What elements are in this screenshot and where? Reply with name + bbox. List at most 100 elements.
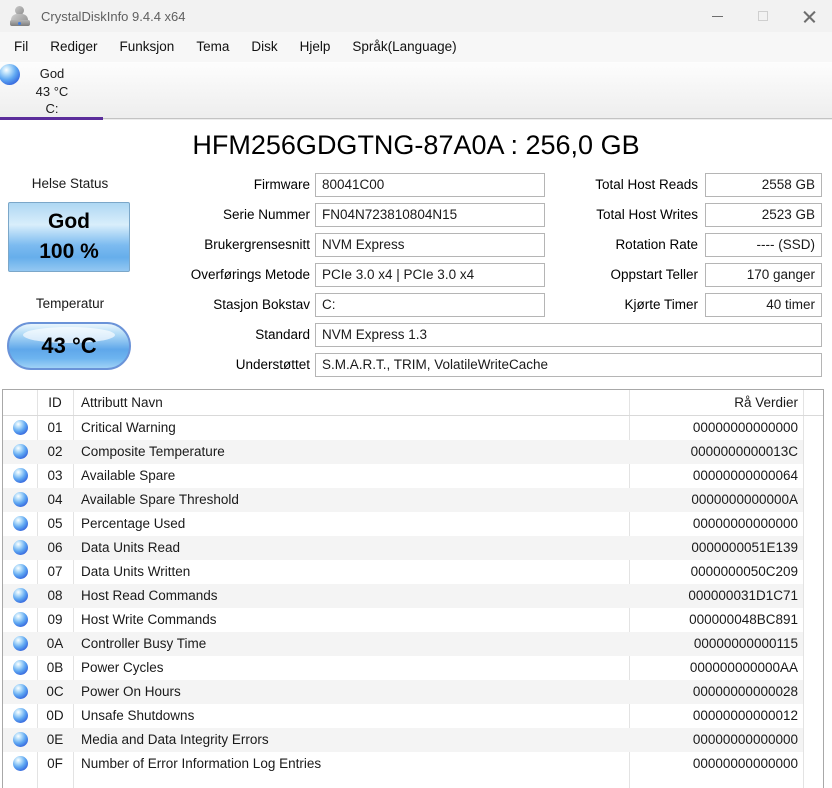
column-header-attribute-name[interactable]: Attributt Navn [81, 390, 163, 416]
minimize-button[interactable] [694, 0, 740, 32]
rotation-rate-value: ---- (SSD) [705, 233, 822, 257]
menu-funksjon[interactable]: Funksjon [109, 32, 186, 62]
power-on-count-value: 170 ganger [705, 263, 822, 287]
standard-value: NVM Express 1.3 [315, 323, 822, 347]
features-value: S.M.A.R.T., TRIM, VolatileWriteCache [315, 353, 822, 377]
power-on-hours-label: Kjørte Timer [624, 297, 698, 312]
minimize-icon [711, 15, 723, 17]
status-orb-icon [13, 684, 28, 699]
attr-raw-value: 000000031D1C71 [688, 588, 798, 603]
transfer-mode-value: PCIe 3.0 x4 | PCIe 3.0 x4 [315, 263, 545, 287]
attr-id: 04 [47, 492, 63, 507]
attr-id: 02 [47, 444, 63, 459]
column-header-id[interactable]: ID [37, 390, 73, 416]
table-row: 08 Host Read Commands 000000031D1C71 [3, 584, 803, 608]
table-row: 01 Critical Warning 00000000000000 [3, 416, 803, 440]
drive-tab-c[interactable]: God 43 °C C: [0, 62, 103, 120]
attr-id: 07 [47, 564, 63, 579]
attr-raw-value: 0000000050C209 [690, 564, 798, 579]
attr-id: 0B [46, 660, 64, 675]
app-icon [10, 6, 32, 26]
column-header-raw-values[interactable]: Rå Verdier [629, 390, 798, 416]
interface-value: NVM Express [315, 233, 545, 257]
menu-disk[interactable]: Disk [240, 32, 288, 62]
table-row: 0D Unsafe Shutdowns 00000000000012 [3, 704, 803, 728]
table-row: 07 Data Units Written 0000000050C209 [3, 560, 803, 584]
active-tab-indicator [0, 117, 103, 120]
temperature-button[interactable]: 43 °C [7, 322, 131, 370]
table-row: 0A Controller Busy Time 00000000000115 [3, 632, 803, 656]
attr-name: Data Units Written [81, 564, 191, 579]
maximize-button[interactable] [740, 0, 786, 32]
close-button[interactable] [786, 0, 832, 32]
drive-letter-value: C: [315, 293, 545, 317]
table-row: 05 Percentage Used 00000000000000 [3, 512, 803, 536]
table-row: 0F Number of Error Information Log Entrie… [3, 752, 803, 776]
drive-letter-label: Stasjon Bokstav [213, 297, 310, 312]
attr-name: Media and Data Integrity Errors [81, 732, 269, 747]
attr-id: 0E [46, 732, 64, 747]
attr-raw-value: 00000000000012 [692, 708, 798, 723]
table-row: 0C Power On Hours 00000000000028 [3, 680, 803, 704]
attr-raw-value: 0000000000013C [690, 444, 798, 459]
attr-raw-value: 00000000000000 [692, 732, 798, 747]
transfer-mode-label: Overførings Metode [190, 267, 310, 282]
attr-raw-value: 000000000000AA [689, 660, 798, 675]
title-bar: CrystalDiskInfo 9.4.4 x64 [0, 0, 832, 32]
menu-hjelp[interactable]: Hjelp [289, 32, 342, 62]
total-host-writes-label: Total Host Writes [596, 207, 698, 222]
temperature-value: 43 °C [41, 333, 97, 358]
attr-name: Host Read Commands [81, 588, 218, 603]
menu-rediger[interactable]: Rediger [39, 32, 108, 62]
status-orb-icon [13, 516, 28, 531]
table-row: 06 Data Units Read 0000000051E139 [3, 536, 803, 560]
serial-number-value: FN04N723810804N15 [315, 203, 545, 227]
drive-tab-temperature: 43 °C [35, 83, 69, 99]
table-row: 0E Media and Data Integrity Errors 0000000… [3, 728, 803, 752]
smart-attribute-table: ID Attributt Navn Rå Verdier 01 Critical … [2, 389, 824, 788]
menu-fil[interactable]: Fil [3, 32, 39, 62]
attr-raw-value: 000000048BC891 [689, 612, 798, 627]
total-host-writes-value: 2523 GB [705, 203, 822, 227]
rotation-rate-label: Rotation Rate [615, 237, 698, 252]
smart-table-header: ID Attributt Navn Rå Verdier [3, 390, 823, 416]
attr-name: Composite Temperature [81, 444, 225, 459]
attr-id: 05 [47, 516, 63, 531]
attr-id: 0A [46, 636, 64, 651]
interface-label: Brukergrensesnitt [204, 237, 310, 252]
status-orb-icon [13, 540, 28, 555]
menu-bar: Fil Rediger Funksjon Tema Disk Hjelp Spr… [0, 32, 832, 62]
status-orb-icon [13, 612, 28, 627]
crystaldiskinfo-window: CrystalDiskInfo 9.4.4 x64 Fil Rediger Fu… [0, 0, 832, 788]
attr-id: 0C [46, 684, 64, 699]
attr-name: Data Units Read [81, 540, 181, 555]
attr-raw-value: 00000000000064 [692, 468, 798, 483]
status-orb-icon [13, 492, 28, 507]
features-label: Understøttet [235, 357, 310, 372]
drive-tab-status: God [39, 66, 65, 81]
serial-number-label: Serie Nummer [222, 207, 310, 222]
attr-name: Available Spare [81, 468, 176, 483]
status-orb-icon [13, 468, 28, 483]
status-orb-icon [13, 732, 28, 747]
tab-strip-divider [103, 118, 832, 119]
status-orb-icon [13, 636, 28, 651]
table-row: 09 Host Write Commands 000000048BC891 [3, 608, 803, 632]
health-percent-value: 100 % [39, 240, 99, 263]
status-orb-icon [13, 420, 28, 435]
attr-name: Percentage Used [81, 516, 186, 531]
total-host-reads-value: 2558 GB [705, 173, 822, 197]
menu-tema[interactable]: Tema [185, 32, 240, 62]
attr-id: 08 [47, 588, 63, 603]
attr-name: Power On Hours [81, 684, 181, 699]
power-on-count-label: Oppstart Teller [610, 267, 698, 282]
menu-language[interactable]: Språk(Language) [341, 32, 467, 62]
drive-tab-letter: C: [45, 101, 59, 116]
status-orb-icon [13, 564, 28, 579]
attr-name: Unsafe Shutdowns [81, 708, 195, 723]
status-orb-icon [13, 660, 28, 675]
health-status-value: God [48, 210, 90, 233]
attr-name: Controller Busy Time [81, 636, 207, 651]
health-status-button[interactable]: God 100 % [8, 202, 130, 272]
smart-table-rows: 01 Critical Warning 00000000000000 02 Compo… [3, 416, 823, 776]
